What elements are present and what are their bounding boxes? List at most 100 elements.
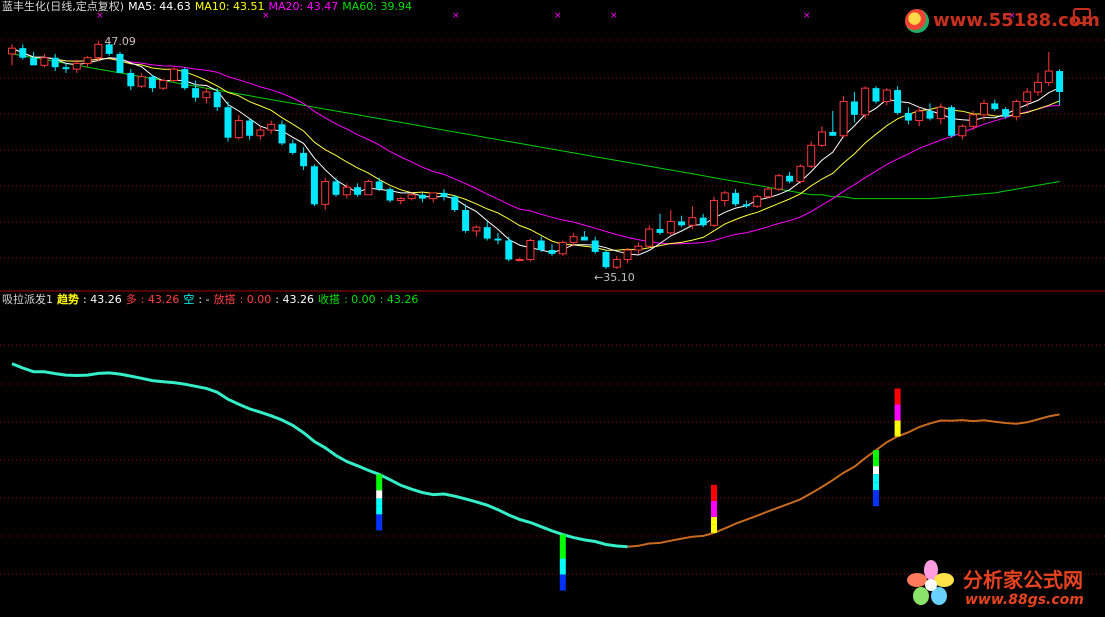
candle-body: [796, 165, 805, 182]
candle-body: [602, 251, 610, 268]
bottom-watermark-url: www.88gs.com: [965, 592, 1084, 608]
signal-tower-segment: [894, 388, 901, 397]
signal-tower-segment: [873, 466, 879, 475]
signal-tower-segment: [376, 522, 383, 531]
candle-body: [354, 187, 362, 195]
signal-tower-segment: [376, 474, 383, 483]
bottom-watermark-title: 分析家公式网: [963, 568, 1083, 592]
indicator-header: 吸拉派发1 趋势: 43.26 多: 43.26 空: - 放搭: 0.00: 43.2…: [2, 293, 422, 306]
indicator-header-item: 多: [125, 293, 137, 306]
candle-body: [569, 236, 578, 243]
candle-body: [321, 180, 330, 205]
signal-tower-segment: [559, 542, 566, 551]
candle-body: [732, 192, 740, 205]
main-header-item: MA5: 44.63: [128, 0, 191, 13]
candle-body: [462, 210, 470, 231]
candle-body: [267, 123, 276, 131]
candle-body: [483, 227, 491, 239]
candle-body: [839, 100, 848, 137]
signal-tower-segment: [559, 550, 566, 559]
candle-body: [494, 238, 502, 241]
indicator-header-item: 空: [183, 293, 195, 306]
candle-body: [580, 236, 588, 241]
candle-body: [213, 91, 221, 108]
candlesticks: [8, 40, 1064, 270]
indicator-header-item: 收搭: [317, 293, 340, 306]
candle-body: [170, 68, 178, 82]
bottom-watermark: 分析家公式网 www.88gs.com: [905, 556, 1100, 614]
signal-tower-segment: [559, 574, 566, 583]
signal-marker: ×: [452, 11, 460, 21]
candle-body: [774, 175, 783, 190]
candle-body: [407, 194, 416, 200]
candle-body: [62, 67, 70, 70]
candle-body: [958, 125, 967, 137]
signal-tower-segment: [894, 404, 901, 413]
ma60-line: [11, 53, 1060, 200]
candle-body: [310, 166, 318, 205]
indicator-header-item: : 43.26: [140, 293, 180, 306]
signal-tower-segment: [559, 566, 566, 575]
candle-body: [332, 181, 340, 195]
indicator-header-item: : 43.26: [83, 293, 122, 306]
flower-logo-icon: [907, 560, 954, 605]
candle-body: [829, 131, 837, 136]
candle-body: [472, 226, 481, 232]
low-price-label: ←35.10: [594, 271, 635, 284]
stock-chart-canvas[interactable]: × × × × × × × 47.09 ←35.10: [0, 0, 1105, 617]
candle-body: [807, 144, 816, 167]
candle-body: [742, 204, 750, 207]
moving-average-lines: [11, 47, 1060, 256]
candle-body: [40, 57, 49, 66]
candle-body: [537, 240, 545, 251]
candle-body: [666, 220, 675, 234]
candle-body: [364, 180, 373, 196]
candle-body: [342, 186, 351, 196]
signal-tower-segment: [873, 458, 879, 467]
candle-body: [300, 152, 308, 167]
signal-tower-segment: [873, 498, 879, 507]
candle-body: [181, 69, 189, 89]
signal-tower-segment: [376, 490, 383, 499]
candle-body: [386, 189, 394, 201]
candle-body: [505, 240, 513, 260]
ma10-line: [11, 47, 1060, 251]
trend-line-up: [627, 413, 1060, 548]
candle-body: [440, 192, 448, 197]
candle-body: [764, 188, 772, 198]
candle-body: [256, 129, 265, 137]
candle-body: [451, 196, 459, 211]
candle-body: [710, 200, 718, 226]
main-header-item: 蓝丰生化(日线,定点复权): [2, 0, 125, 13]
signal-tower-segment: [376, 514, 383, 523]
candle-body: [159, 80, 168, 89]
candle-body: [904, 112, 912, 121]
site-logo-icon: [905, 9, 929, 33]
candle-body: [202, 91, 211, 99]
candle-body: [612, 259, 621, 268]
signal-tower-segment: [894, 428, 901, 437]
signal-marker: ×: [554, 11, 562, 21]
candle-body: [591, 240, 599, 252]
candle-body: [148, 76, 156, 89]
signal-tower-segment: [376, 506, 383, 515]
candle-body: [699, 217, 707, 226]
main-chart-header: 蓝丰生化(日线,定点复权) MA5: 44.63 MA10: 43.51 MA20: …: [2, 0, 416, 13]
signal-tower-segment: [873, 474, 879, 483]
candle-body: [418, 194, 426, 199]
candle-body: [861, 87, 870, 116]
signal-marker: ×: [610, 11, 618, 21]
candle-body: [882, 89, 891, 102]
candle-body: [1034, 81, 1042, 93]
trend-line-down: [11, 362, 628, 549]
candle-body: [278, 124, 286, 144]
candle-body: [894, 90, 902, 113]
candle-body: [980, 102, 988, 116]
main-header-item: MA10: 43.51: [194, 0, 265, 13]
candle-body: [558, 241, 567, 255]
indicator-header-item: : 43.26: [275, 293, 314, 306]
candle-body: [1056, 71, 1064, 92]
top-watermark: www.55188.com: [903, 6, 1100, 36]
candle-body: [396, 198, 405, 202]
signal-tower-segment: [559, 558, 566, 567]
